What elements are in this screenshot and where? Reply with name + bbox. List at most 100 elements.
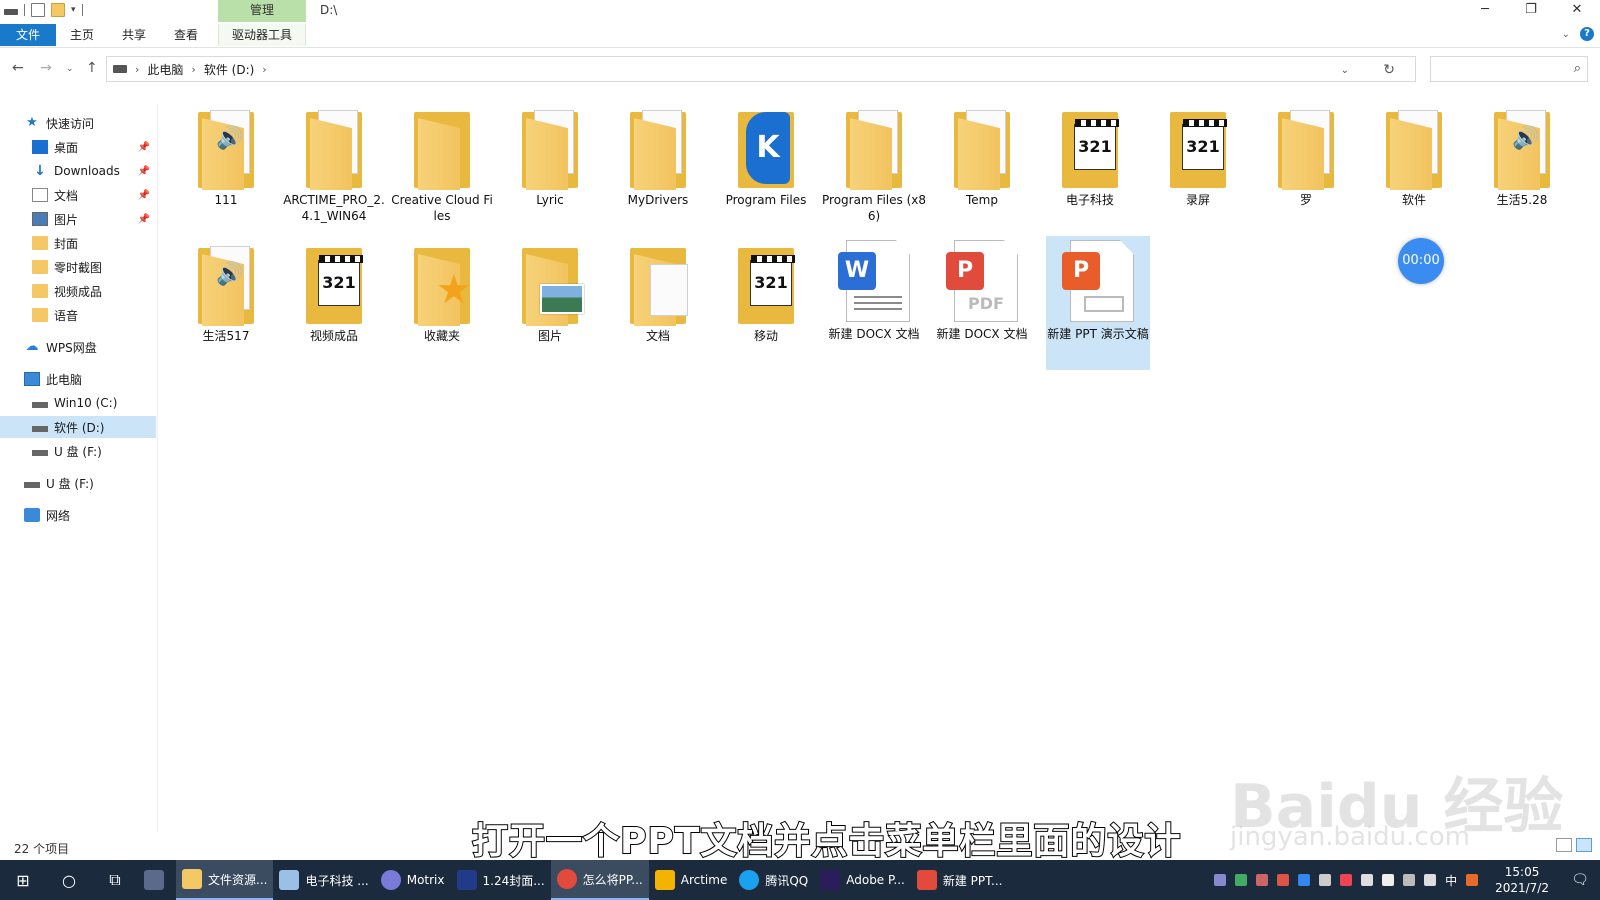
tab-drive-tools[interactable]: 驱动器工具 xyxy=(218,24,306,46)
file-item[interactable]: Temp xyxy=(930,108,1034,208)
close-button[interactable]: ✕ xyxy=(1554,0,1600,22)
sidebar-item-documents[interactable]: 文档 📌 xyxy=(0,184,156,206)
start-icon[interactable]: ⊞ xyxy=(0,860,46,900)
address-bar[interactable]: › 此电脑 › 软件 (D:) › ⌄ ↻ xyxy=(106,56,1416,82)
taskbar-app-photoshop[interactable]: 1.24封面... xyxy=(451,860,551,900)
usb-icon[interactable] xyxy=(1361,874,1374,886)
file-item[interactable]: 🔊 111 xyxy=(174,108,278,208)
taskbar-app-arctime[interactable]: Arctime xyxy=(649,860,734,900)
new-folder-icon[interactable] xyxy=(51,3,65,17)
ime-icon[interactable] xyxy=(1466,874,1479,886)
file-item[interactable]: 🔊 生活517 xyxy=(174,244,278,344)
file-item[interactable]: MyDrivers xyxy=(606,108,710,208)
refresh-icon[interactable]: ↻ xyxy=(1383,62,1395,78)
chevron-down-icon[interactable]: ▾ xyxy=(71,5,76,15)
breadcrumb-this-pc[interactable]: 此电脑 xyxy=(147,61,183,78)
search-icon[interactable]: ⌕ xyxy=(1574,61,1581,76)
tab-home[interactable]: 主页 xyxy=(60,24,104,46)
properties-icon[interactable] xyxy=(31,3,45,17)
sidebar-item-videos[interactable]: 视频成品 xyxy=(0,280,156,302)
sidebar-item-this-pc[interactable]: 此电脑 xyxy=(0,368,156,390)
file-item[interactable]: 321 电子科技 xyxy=(1038,108,1142,208)
sidebar-item-label: 软件 (D:) xyxy=(54,420,105,435)
recording-timer[interactable]: 00:00 xyxy=(1398,238,1444,284)
network-icon[interactable] xyxy=(1403,874,1416,886)
sidebar-item-voice[interactable]: 语音 xyxy=(0,304,156,326)
folder-icon xyxy=(32,236,48,250)
file-item[interactable]: 图片 xyxy=(498,244,602,344)
notification-icon[interactable]: 🗨 xyxy=(1566,860,1594,900)
sidebar-item-usb-f[interactable]: U 盘 (F:) xyxy=(0,472,156,494)
input-method-indicator[interactable]: 中 xyxy=(1445,872,1457,889)
volume-icon[interactable] xyxy=(1424,874,1437,886)
tray-app-icon[interactable] xyxy=(1235,874,1248,886)
forward-arrow-icon[interactable]: → xyxy=(40,60,52,76)
minimize-button[interactable]: ─ xyxy=(1462,0,1508,22)
sidebar-item-wps-cloud[interactable]: ☁ WPS网盘 xyxy=(0,336,156,358)
sidebar-item-downloads[interactable]: ↓ Downloads 📌 xyxy=(0,160,156,182)
file-item[interactable]: 文档 xyxy=(606,244,710,344)
tray-app-icon[interactable] xyxy=(1214,874,1227,886)
file-item[interactable]: 🔊 生活5.28 xyxy=(1470,108,1574,208)
recent-locations-icon[interactable]: ⌄ xyxy=(66,64,74,74)
address-dropdown-icon[interactable]: ⌄ xyxy=(1341,65,1349,76)
taskbar-app-motrix[interactable]: Motrix xyxy=(375,860,451,900)
breadcrumb-separator[interactable]: › xyxy=(262,63,266,76)
sidebar-item-quick-access[interactable]: ★ 快速访问 xyxy=(0,112,156,134)
documents-folder-icon xyxy=(628,244,688,326)
expand-ribbon-icon[interactable]: ⌄ xyxy=(1562,29,1570,40)
search-input[interactable]: ⌕ xyxy=(1430,56,1588,82)
tray-app-icon[interactable] xyxy=(1298,874,1311,886)
file-item[interactable]: 软件 xyxy=(1362,108,1466,208)
file-name: 视频成品 xyxy=(309,329,358,343)
large-icons-view-icon[interactable] xyxy=(1576,838,1592,852)
sidebar-item-screenshots[interactable]: 零时截图 xyxy=(0,256,156,278)
microphone-icon[interactable] xyxy=(1382,874,1395,886)
file-item[interactable]: Lyric xyxy=(498,108,602,208)
clock[interactable]: 15:05 2021/7/2 xyxy=(1487,864,1557,896)
back-arrow-icon[interactable]: ← xyxy=(12,60,24,76)
file-item[interactable]: ★ 收藏夹 xyxy=(390,244,494,344)
sidebar-item-drive-f[interactable]: U 盘 (F:) xyxy=(0,440,156,462)
tab-file[interactable]: 文件 xyxy=(0,24,56,46)
file-item-selected[interactable]: P 新建 PPT 演示文稿 xyxy=(1046,236,1150,370)
file-item[interactable]: ARCTIME_PRO_2.4.1_WIN64 xyxy=(282,108,386,224)
sidebar-item-pictures[interactable]: 图片 📌 xyxy=(0,208,156,230)
sidebar-item-drive-c[interactable]: Win10 (C:) xyxy=(0,392,156,414)
taskbar-app-premiere[interactable]: Adobe P... xyxy=(814,860,911,900)
restore-button[interactable]: ❐ xyxy=(1508,0,1554,22)
tray-app-icon[interactable] xyxy=(1340,874,1353,886)
file-item[interactable]: 罗 xyxy=(1254,108,1358,208)
tray-app-icon[interactable] xyxy=(1256,874,1269,886)
tray-app-icon[interactable] xyxy=(1277,874,1290,886)
kugou-folder-icon: K xyxy=(736,108,796,190)
file-item[interactable]: Program Files (x86) xyxy=(822,108,926,224)
file-item[interactable]: K Program Files xyxy=(714,108,818,208)
tab-view[interactable]: 查看 xyxy=(164,24,208,46)
file-item[interactable]: 321 视频成品 xyxy=(282,244,386,344)
task-view-icon[interactable]: ⧉ xyxy=(92,860,138,900)
taskbar-app-notepad[interactable]: 电子科技 ... xyxy=(273,860,374,900)
taskbar-app-photo[interactable] xyxy=(138,860,176,900)
sidebar-item-desktop[interactable]: 桌面 📌 xyxy=(0,136,156,158)
drive-icon[interactable] xyxy=(4,9,18,15)
file-item[interactable]: P PDF 新建 DOCX 文档 xyxy=(930,240,1034,342)
taskbar-app-chrome[interactable]: 怎么将PP... xyxy=(550,860,649,900)
manage-tab[interactable]: 管理 xyxy=(218,0,306,22)
breadcrumb-drive-d[interactable]: 软件 (D:) xyxy=(204,61,254,78)
file-item[interactable]: 321 录屏 xyxy=(1146,108,1250,208)
sidebar-item-drive-d[interactable]: 软件 (D:) xyxy=(0,416,156,438)
tab-share[interactable]: 共享 xyxy=(112,24,156,46)
up-arrow-icon[interactable]: ↑ xyxy=(86,60,98,76)
file-item[interactable]: 321 移动 xyxy=(714,244,818,344)
taskbar-app-explorer[interactable]: 文件资源... xyxy=(176,860,274,900)
sidebar-item-cover[interactable]: 封面 xyxy=(0,232,156,254)
file-item[interactable]: W 新建 DOCX 文档 xyxy=(822,240,926,342)
tray-app-icon[interactable] xyxy=(1319,874,1332,886)
search-circle-icon[interactable]: ○ xyxy=(46,860,92,900)
sidebar-item-network[interactable]: 网络 xyxy=(0,504,156,526)
taskbar-app-wps[interactable]: 新建 PPT... xyxy=(911,860,1009,900)
help-icon[interactable]: ? xyxy=(1580,27,1594,41)
file-item[interactable]: Creative Cloud Files xyxy=(390,108,494,224)
taskbar-app-qq[interactable]: 腾讯QQ xyxy=(733,860,814,900)
